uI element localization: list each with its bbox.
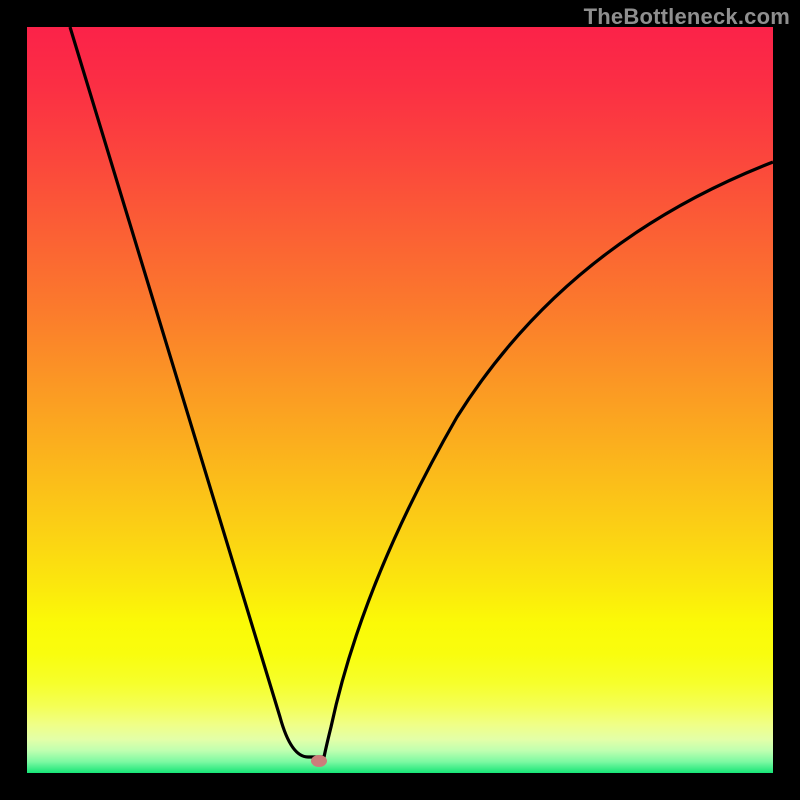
optimum-marker [311,755,327,767]
chart-plot [27,27,773,773]
chart-frame [27,27,773,773]
chart-background [27,27,773,773]
watermark-text: TheBottleneck.com [584,4,790,30]
